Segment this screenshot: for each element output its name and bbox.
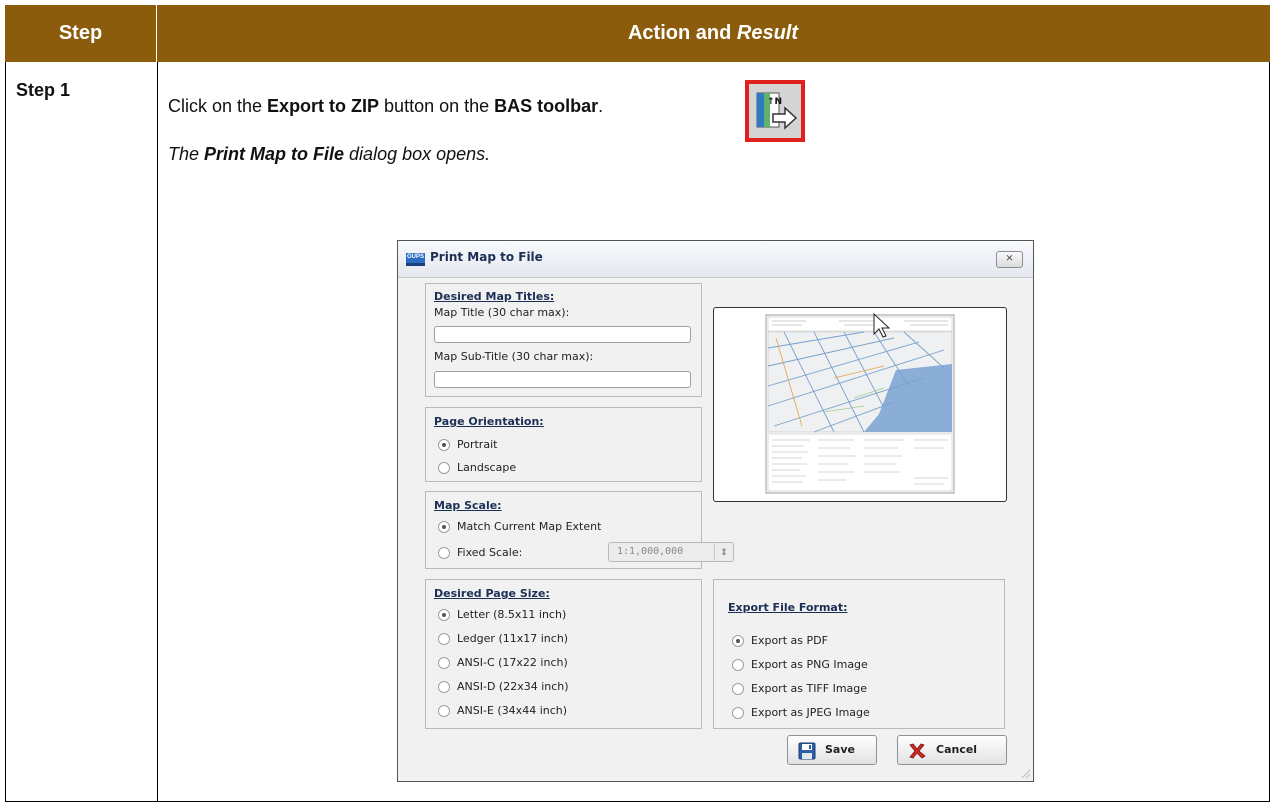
table-header: Step Action and Result (5, 5, 1270, 62)
page-size-group: Desired Page Size: Letter (8.5x11 inch) … (425, 579, 702, 729)
print-map-dialog: GUPS Print Map to File ⨯ Desired Map Tit… (397, 240, 1034, 782)
radio-unselected-icon[interactable] (732, 683, 744, 695)
radio-label: ANSI-D (22x34 inch) (457, 680, 569, 693)
instruction-text: Click on the Export to ZIP button on the… (168, 96, 603, 117)
header-action-text: Action and (627, 22, 737, 44)
radio-label: ANSI-C (17x22 inch) (457, 656, 568, 669)
map-titles-group: Desired Map Titles: Map Title (30 char m… (425, 283, 702, 397)
result-part-2: dialog box opens. (344, 144, 491, 164)
export-to-zip-icon[interactable]: ↑N (745, 80, 805, 142)
radio-unselected-icon[interactable] (438, 657, 450, 669)
header-action: Action and Result (156, 5, 1270, 62)
close-button[interactable]: ⨯ (996, 251, 1023, 268)
radio-selected-icon[interactable] (438, 439, 450, 451)
floppy-disk-icon (798, 742, 816, 760)
fixed-scale-spinner[interactable]: 1:1,000,000 ⇕ (608, 542, 734, 562)
map-scale-group: Map Scale: Match Current Map Extent Fixe… (425, 491, 734, 569)
svg-text:↑N: ↑N (767, 97, 782, 107)
map-subtitle-label: Map Sub-Title (30 char max): (434, 350, 594, 363)
cancel-button[interactable]: Cancel (897, 735, 1007, 765)
export-format-group: Export File Format: Export as PDF Export… (713, 579, 1005, 729)
column-divider (157, 62, 158, 801)
result-bold-dialog: Print Map to File (204, 144, 345, 164)
cancel-label: Cancel (936, 743, 978, 756)
cancel-x-icon (909, 743, 926, 759)
orientation-heading: Page Orientation: (434, 415, 544, 428)
map-preview-image (765, 312, 955, 494)
radio-unselected-icon[interactable] (438, 547, 450, 559)
dialog-title: Print Map to File (430, 250, 543, 264)
page-size-heading: Desired Page Size: (434, 587, 550, 600)
radio-label: Portrait (457, 438, 498, 451)
instr-bold-toolbar: BAS toolbar (494, 96, 599, 116)
fixed-scale-value: 1:1,000,000 (617, 546, 684, 557)
radio-label: Export as JPEG Image (751, 706, 870, 719)
app-logo-icon: GUPS (406, 253, 425, 266)
step-label: Step 1 (16, 80, 71, 100)
export-format-heading: Export File Format: (728, 601, 848, 614)
map-titles-heading: Desired Map Titles: (434, 290, 555, 303)
result-text: The Print Map to File dialog box opens. (168, 144, 490, 165)
dialog-title-bar: GUPS Print Map to File ⨯ (398, 241, 1033, 278)
orientation-group: Page Orientation: Portrait Landscape (425, 407, 702, 482)
instr-part-2: button on the (379, 96, 495, 116)
radio-unselected-icon[interactable] (732, 659, 744, 671)
radio-unselected-icon[interactable] (732, 707, 744, 719)
map-preview (713, 307, 1007, 502)
map-title-label: Map Title (30 char max): (434, 306, 570, 319)
save-button[interactable]: Save (787, 735, 877, 765)
radio-label: Ledger (11x17 inch) (457, 632, 569, 645)
radio-label: Match Current Map Extent (457, 520, 602, 533)
radio-label: Letter (8.5x11 inch) (457, 608, 567, 621)
instr-bold-export: Export to ZIP (267, 96, 380, 116)
radio-unselected-icon[interactable] (438, 681, 450, 693)
radio-selected-icon[interactable] (438, 521, 450, 533)
radio-selected-icon[interactable] (438, 609, 450, 621)
header-action-result: Result (736, 22, 798, 44)
map-title-input[interactable] (434, 326, 691, 343)
spinner-arrows-icon[interactable]: ⇕ (714, 543, 733, 561)
instr-part-1: Click on the (168, 96, 268, 116)
save-label: Save (825, 743, 855, 756)
radio-label: Export as PNG Image (751, 658, 868, 671)
header-step: Step (58, 22, 103, 44)
radio-label: ANSI-E (34x44 inch) (457, 704, 568, 717)
map-subtitle-input[interactable] (434, 371, 691, 388)
radio-unselected-icon[interactable] (438, 633, 450, 645)
result-part-1: The (168, 144, 205, 164)
radio-label: Export as TIFF Image (751, 682, 868, 695)
export-to-zip-glyph: ↑N (749, 84, 801, 138)
map-scale-heading: Map Scale: (434, 499, 502, 512)
instr-part-3: . (598, 96, 604, 116)
radio-label: Export as PDF (751, 634, 828, 647)
radio-label: Fixed Scale: (457, 546, 523, 559)
radio-unselected-icon[interactable] (438, 705, 450, 717)
radio-selected-icon[interactable] (732, 635, 744, 647)
radio-label: Landscape (457, 461, 517, 474)
resize-grip-icon[interactable] (1019, 767, 1031, 779)
radio-unselected-icon[interactable] (438, 462, 450, 474)
